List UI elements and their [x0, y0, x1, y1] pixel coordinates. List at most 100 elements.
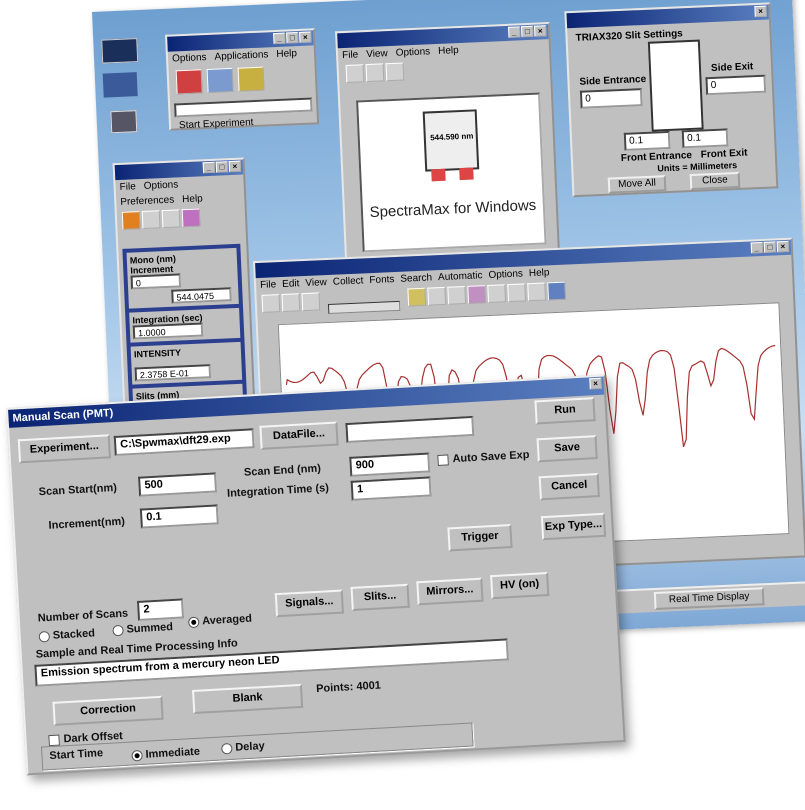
menu-help[interactable]: Help — [438, 45, 459, 57]
side-entrance-field[interactable]: 0 — [579, 88, 643, 109]
shutter-icon[interactable] — [141, 210, 161, 230]
experiment-button[interactable]: Experiment... — [17, 434, 111, 464]
marker-icon[interactable] — [427, 286, 447, 306]
network-tool-icon[interactable] — [206, 67, 234, 94]
scan-start-field[interactable]: 500 — [138, 472, 218, 497]
experiment-path-field[interactable]: C:\Spwmax\dft29.exp — [113, 428, 255, 456]
experiment-tool-icon[interactable] — [175, 69, 203, 95]
menu-options[interactable]: Options — [144, 179, 179, 191]
scroll-slider[interactable] — [328, 300, 401, 315]
increment-field[interactable]: 0 — [130, 273, 182, 290]
scan-end-field[interactable]: 900 — [349, 452, 431, 477]
auto-save-checkbox[interactable]: Auto Save Exp — [437, 449, 530, 466]
num-scans-field[interactable]: 2 — [136, 598, 185, 621]
points-label: Points: 4001 — [315, 679, 382, 696]
menu-help[interactable]: Help — [276, 48, 297, 60]
monochromator-icon: 544.590 nm — [422, 109, 480, 182]
menu-view[interactable]: View — [366, 48, 388, 60]
slit-settings-window: × TRIAX320 Slit Settings Side Entrance 0… — [564, 2, 779, 198]
immediate-radio-icon[interactable] — [131, 749, 143, 762]
grid-icon[interactable] — [345, 64, 365, 83]
cursor-icon[interactable] — [261, 294, 281, 313]
menu-search[interactable]: Search — [400, 272, 432, 284]
increment-field[interactable]: 0.1 — [139, 504, 219, 529]
taskbar-realtime-display[interactable]: Real Time Display — [653, 587, 765, 611]
print-icon[interactable] — [527, 282, 547, 302]
peak-icon[interactable] — [407, 287, 427, 307]
menu-edit[interactable]: Edit — [282, 278, 300, 290]
radio-stacked[interactable]: Stacked — [38, 627, 96, 643]
radio-averaged[interactable]: Averaged — [187, 613, 252, 629]
menu-view[interactable]: View — [305, 277, 327, 289]
spectramax-window: _ □ × File View Options Help 544.590 nm Sp… — [335, 22, 560, 262]
scan-end-label: Scan End (nm) — [243, 462, 322, 479]
menu-help[interactable]: Help — [529, 267, 550, 279]
mono-field[interactable]: 544.0475 — [171, 287, 232, 304]
computer-icon[interactable] — [101, 38, 139, 64]
menu-options[interactable]: Options — [395, 46, 430, 58]
delay-radio-icon[interactable] — [221, 742, 233, 755]
run-button[interactable]: Run — [534, 397, 596, 425]
delay-label: Delay — [234, 740, 265, 754]
folder-icon[interactable] — [102, 72, 138, 98]
baseline-icon[interactable] — [447, 285, 467, 305]
datafile-button[interactable]: DataFile... — [259, 421, 339, 450]
summed-radio-icon[interactable] — [112, 624, 124, 636]
menu-collect[interactable]: Collect — [333, 275, 364, 287]
blank-button[interactable]: Blank — [192, 683, 304, 715]
save-icon[interactable] — [365, 63, 385, 83]
zoom-icon[interactable] — [281, 293, 301, 312]
smooth-icon[interactable] — [487, 284, 507, 303]
stacked-radio-icon[interactable] — [38, 630, 51, 643]
menu-preferences[interactable]: Preferences — [120, 195, 174, 208]
detector-icon[interactable] — [121, 211, 141, 230]
axis-icon[interactable] — [301, 292, 321, 312]
move-all-button[interactable]: Move All — [607, 175, 667, 194]
datafile-field[interactable] — [345, 415, 475, 444]
auto-save-label: Auto Save Exp — [452, 448, 530, 466]
front-exit-field[interactable]: 0.1 — [681, 128, 729, 149]
menu-file[interactable]: File — [342, 49, 359, 61]
menu-fonts[interactable]: Fonts — [369, 274, 394, 286]
menu-automatic[interactable]: Automatic — [438, 270, 483, 283]
overlay-icon[interactable] — [467, 285, 487, 304]
hv-button[interactable]: HV (on) — [490, 572, 550, 600]
integration-time-field[interactable]: 1 — [350, 476, 432, 501]
trigger-button[interactable]: Trigger — [447, 523, 513, 552]
slit-titlebar[interactable]: × — [566, 4, 769, 29]
close-button[interactable]: Close — [689, 171, 741, 191]
exp-type-button[interactable]: Exp Type... — [540, 512, 607, 541]
correction-button[interactable]: Correction — [52, 695, 164, 726]
menu-help[interactable]: Help — [182, 193, 203, 205]
close-icon[interactable]: × — [589, 377, 602, 390]
save-button[interactable]: Save — [536, 435, 598, 463]
auto-save-check-icon[interactable] — [437, 453, 449, 466]
front-entrance-field[interactable]: 0.1 — [623, 130, 671, 151]
averaged-radio-icon[interactable] — [187, 616, 200, 628]
units-label: Units = Millimeters — [657, 160, 738, 174]
network-icon[interactable] — [110, 110, 138, 134]
menu-file[interactable]: File — [260, 279, 277, 291]
grating-icon[interactable] — [181, 208, 201, 228]
export-icon[interactable] — [547, 281, 567, 301]
derive-icon[interactable] — [507, 283, 527, 303]
calibrate-tool-icon[interactable] — [237, 66, 265, 92]
side-exit-field[interactable]: 0 — [705, 74, 767, 96]
taskbar-item-label: Real Time Display — [668, 590, 750, 606]
intensity-field: 2.3758 E-01 — [134, 364, 212, 382]
slits-button[interactable]: Slits... — [350, 583, 410, 612]
menu-options[interactable]: Options — [488, 268, 523, 280]
tools-icon[interactable] — [385, 62, 405, 82]
stacked-label: Stacked — [52, 627, 96, 642]
mirrors-button[interactable]: Mirrors... — [416, 577, 484, 606]
menu-applications[interactable]: Applications — [214, 49, 268, 62]
radio-delay[interactable]: Delay — [221, 740, 265, 755]
filter-icon[interactable] — [161, 209, 181, 229]
radio-summed[interactable]: Summed — [112, 621, 173, 636]
dark-offset-check-icon[interactable] — [48, 734, 60, 746]
cancel-button[interactable]: Cancel — [538, 473, 600, 501]
signals-button[interactable]: Signals... — [274, 589, 344, 618]
menu-options[interactable]: Options — [172, 52, 207, 64]
menu-file[interactable]: File — [119, 181, 136, 193]
side-exit-label: Side Exit — [710, 61, 754, 75]
